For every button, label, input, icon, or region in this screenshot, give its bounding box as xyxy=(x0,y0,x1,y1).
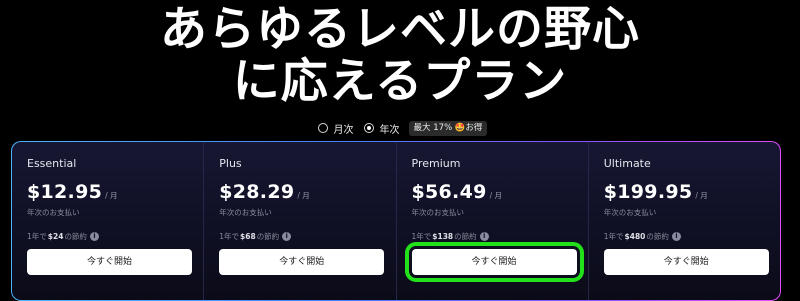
plan-price: $199.95 xyxy=(603,181,693,203)
savings-suffix: の節約 xyxy=(256,231,280,241)
plan-price: $56.49 xyxy=(411,181,487,203)
price-row: $12.95 / 月 xyxy=(27,181,188,205)
savings-row: 1年で $68 の節約 i xyxy=(219,230,380,242)
savings-amount: $24 xyxy=(47,231,64,241)
plan-ultimate: Ultimate $199.95 / 月 年次のお支払い 1年で $480 の節… xyxy=(587,142,780,300)
plan-price: $28.29 xyxy=(219,181,295,203)
yearly-label: 年次 xyxy=(379,124,400,136)
start-now-button-premium[interactable]: 今すぐ開始 xyxy=(404,242,584,282)
billing-note: 年次のお支払い xyxy=(27,208,80,217)
page-title: あらゆるレベルの野心 に応えるプラン xyxy=(0,4,800,108)
plan-name: Premium xyxy=(411,157,461,170)
monthly-label: 月次 xyxy=(333,124,354,136)
savings-prefix: 1年で xyxy=(603,231,624,241)
savings-amount: $68 xyxy=(240,231,256,241)
info-icon[interactable]: i xyxy=(282,231,292,241)
savings-suffix: の節約 xyxy=(64,231,87,241)
start-now-button-essential[interactable]: 今すぐ開始 xyxy=(27,249,192,275)
savings-suffix: の節約 xyxy=(646,231,669,241)
monthly-option[interactable]: 月次 xyxy=(317,121,354,136)
price-row: $28.29 / 月 xyxy=(219,181,380,205)
savings-prefix: 1年で xyxy=(411,231,432,241)
price-period: / 月 xyxy=(489,191,503,200)
billing-period-toggle: 月次 年次 最大 17% 🤩お得 xyxy=(0,118,800,138)
plan-plus: Plus $28.29 / 月 年次のお支払い 1年で $68 の節約 i 今す… xyxy=(203,142,395,300)
price-period: / 月 xyxy=(105,191,118,200)
price-row: $199.95 / 月 xyxy=(604,181,765,205)
start-now-button-ultimate[interactable]: 今すぐ開始 xyxy=(603,249,769,275)
start-now-button-plus[interactable]: 今すぐ開始 xyxy=(219,249,385,275)
yearly-radio[interactable] xyxy=(363,123,374,133)
savings-row: 1年で $480 の節約 i xyxy=(604,230,765,242)
savings-amount: $138 xyxy=(432,231,454,241)
plans-row: Essential $12.95 / 月 年次のお支払い 1年で $24 の節約… xyxy=(12,142,780,300)
billing-note: 年次のお支払い xyxy=(219,208,272,217)
plan-name: Plus xyxy=(219,157,242,170)
savings-row: 1年で $138 の節約 i xyxy=(412,230,573,242)
savings-prefix: 1年で xyxy=(27,231,47,241)
plan-price: $12.95 xyxy=(27,181,103,203)
savings-amount: $480 xyxy=(624,231,646,241)
pricing-plans-card: Essential $12.95 / 月 年次のお支払い 1年で $24 の節約… xyxy=(11,141,781,301)
plan-premium: Premium $56.49 / 月 年次のお支払い 1年で $138 の節約 … xyxy=(395,142,588,300)
plan-essential: Essential $12.95 / 月 年次のお支払い 1年で $24 の節約… xyxy=(12,142,203,300)
page-title-line-1: あらゆるレベルの野心 xyxy=(160,2,640,57)
plan-name: Essential xyxy=(27,157,77,170)
info-icon[interactable]: i xyxy=(89,231,99,241)
monthly-radio[interactable] xyxy=(317,123,328,133)
info-icon[interactable]: i xyxy=(479,231,489,241)
plan-name: Ultimate xyxy=(603,157,651,170)
page-title-line-2: に応えるプラン xyxy=(232,54,568,109)
yearly-option[interactable]: 年次 xyxy=(363,121,400,136)
billing-note: 年次のお支払い xyxy=(603,208,657,217)
price-row: $56.49 / 月 xyxy=(412,181,573,205)
price-period: / 月 xyxy=(297,191,310,200)
billing-note: 年次のお支払い xyxy=(411,208,465,217)
price-period: / 月 xyxy=(695,191,708,200)
info-icon[interactable]: i xyxy=(671,231,681,241)
save-badge: 最大 17% 🤩お得 xyxy=(408,120,488,136)
savings-suffix: の節約 xyxy=(454,231,477,241)
savings-prefix: 1年で xyxy=(219,231,240,241)
savings-row: 1年で $24 の節約 i xyxy=(27,230,188,242)
